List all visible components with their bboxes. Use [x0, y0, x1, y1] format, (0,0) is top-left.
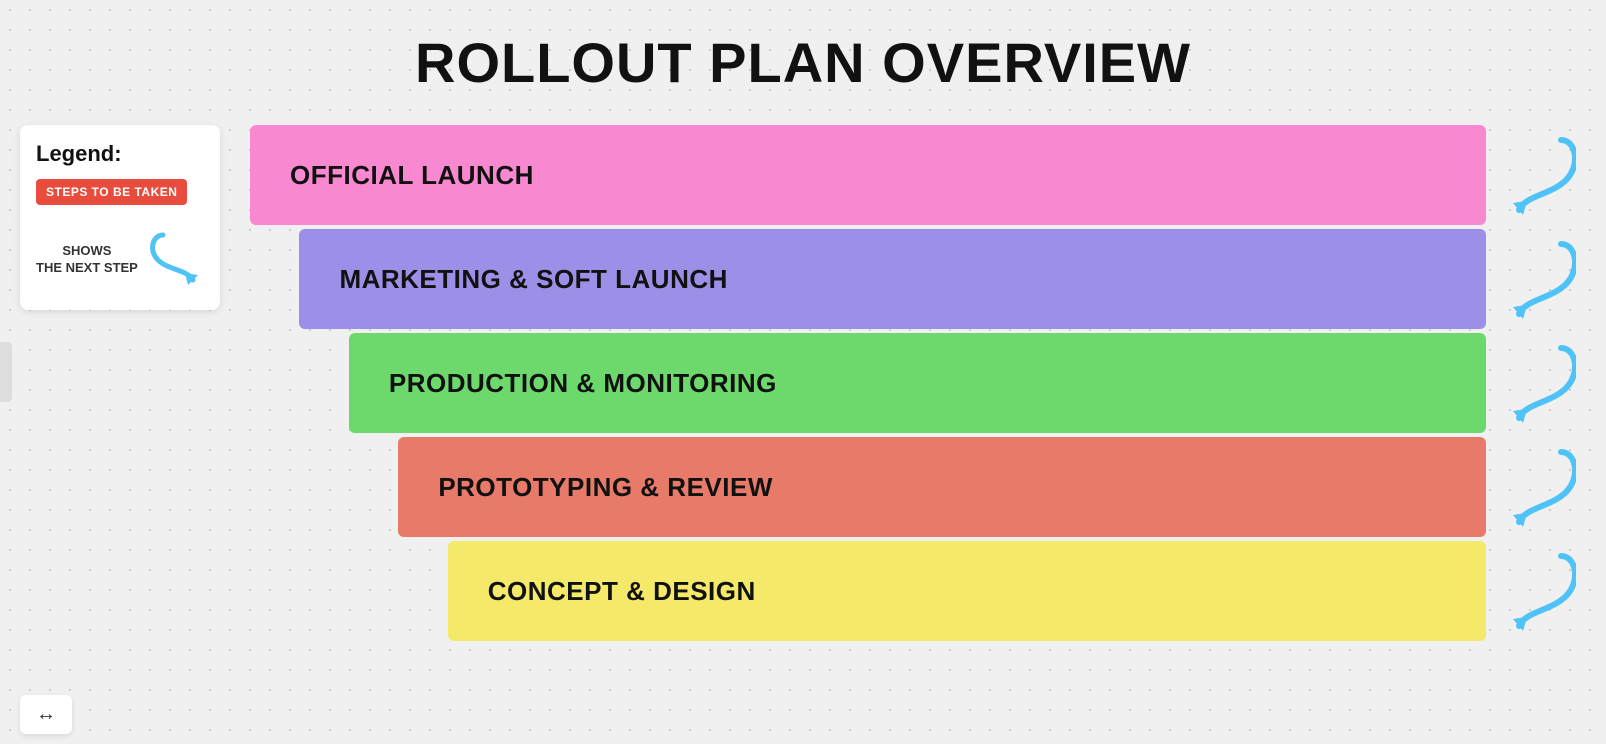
step-bar-4: PROTOTYPING & REVIEW	[398, 437, 1486, 537]
step-label-1: OFFICIAL LAUNCH	[290, 160, 534, 191]
main-container: ROLLOUT PLAN OVERVIEW Legend: STEPS TO B…	[0, 0, 1606, 744]
right-arrow-4	[1511, 447, 1576, 532]
edge-indicator	[0, 342, 12, 402]
step-bar-3: PRODUCTION & MONITORING	[349, 333, 1486, 433]
right-arrow-5	[1511, 551, 1576, 636]
step-label-2: MARKETING & SOFT LAUNCH	[339, 264, 727, 295]
step-bar-1: OFFICIAL LAUNCH	[250, 125, 1486, 225]
legend-arrow-line1: SHOWS	[36, 243, 138, 260]
step-label-3: PRODUCTION & MONITORING	[389, 368, 777, 399]
step-label-5: CONCEPT & DESIGN	[488, 576, 756, 607]
legend-panel: Legend: STEPS TO BE TAKEN SHOWS THE NEXT…	[20, 125, 220, 310]
step-bar-5: CONCEPT & DESIGN	[448, 541, 1486, 641]
legend-arrow-line2: THE NEXT STEP	[36, 260, 138, 277]
right-arrow-3	[1511, 343, 1576, 428]
legend-arrow-section: SHOWS THE NEXT STEP	[36, 225, 204, 294]
arrows-container	[1511, 125, 1576, 645]
content-area: Legend: STEPS TO BE TAKEN SHOWS THE NEXT…	[0, 125, 1606, 685]
page-title: ROLLOUT PLAN OVERVIEW	[415, 30, 1191, 95]
right-arrow-1	[1511, 135, 1576, 220]
legend-badge: STEPS TO BE TAKEN	[36, 179, 187, 205]
curved-arrow-icon	[148, 225, 203, 294]
resize-icon: ↔	[36, 703, 56, 726]
steps-container: OFFICIAL LAUNCH MARKETING & SOFT LAUNCH …	[250, 125, 1486, 645]
legend-title: Legend:	[36, 141, 204, 167]
step-bar-2: MARKETING & SOFT LAUNCH	[299, 229, 1486, 329]
bottom-resize-handle[interactable]: ↔	[20, 695, 72, 734]
right-arrow-2	[1511, 239, 1576, 324]
legend-arrow-text: SHOWS THE NEXT STEP	[36, 243, 138, 277]
step-label-4: PROTOTYPING & REVIEW	[438, 472, 773, 503]
